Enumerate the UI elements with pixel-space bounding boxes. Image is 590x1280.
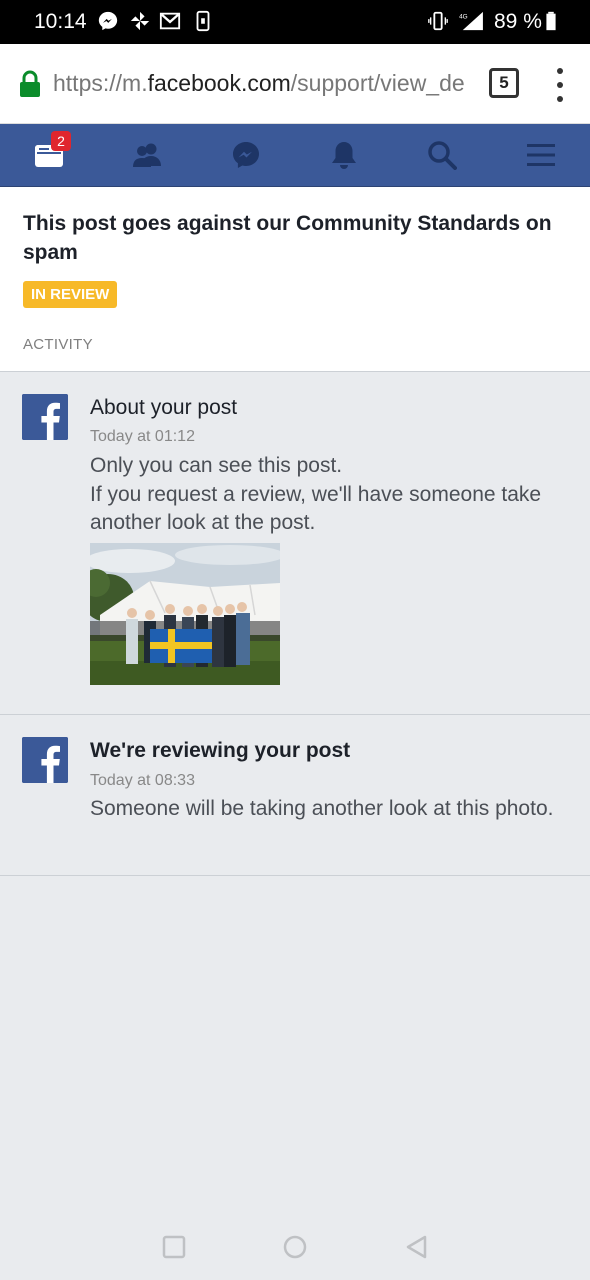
browser-menu-button[interactable] bbox=[552, 68, 568, 102]
activity-body: Only you can see this post. If you reque… bbox=[90, 452, 560, 538]
lock-icon bbox=[20, 70, 40, 97]
url-prefix: https://m. bbox=[53, 70, 148, 96]
status-time: 10:14 bbox=[34, 10, 87, 33]
recent-apps-icon[interactable] bbox=[161, 1234, 187, 1260]
svg-text:4G: 4G bbox=[459, 13, 468, 20]
search-icon bbox=[428, 141, 457, 170]
support-header-card: This post goes against our Community Sta… bbox=[0, 187, 590, 372]
nav-search[interactable] bbox=[412, 124, 472, 186]
activity-item: About your post Today at 01:12 Only you … bbox=[0, 372, 590, 715]
page-title: This post goes against our Community Sta… bbox=[23, 212, 552, 264]
activity-body: Someone will be taking another look at t… bbox=[90, 797, 554, 820]
signal-icon: 4G bbox=[459, 11, 483, 31]
bell-icon bbox=[332, 142, 356, 169]
activity-body-line: Only you can see this post. bbox=[90, 454, 343, 477]
home-icon[interactable] bbox=[282, 1234, 308, 1260]
facebook-logo-icon bbox=[22, 737, 68, 783]
gmail-status-icon bbox=[159, 12, 181, 30]
nav-notifications[interactable] bbox=[314, 124, 374, 186]
messenger-status-icon bbox=[98, 11, 118, 31]
nav-messenger[interactable] bbox=[216, 124, 276, 186]
post-photo-image bbox=[90, 543, 280, 685]
back-icon[interactable] bbox=[404, 1234, 430, 1260]
battery-icon bbox=[546, 11, 556, 31]
nav-news-feed[interactable]: 2 bbox=[19, 124, 79, 186]
activity-body-line: If you request a review, we'll have some… bbox=[90, 482, 542, 535]
activity-item: We're reviewing your post Today at 08:33… bbox=[0, 715, 590, 876]
activity-title: We're reviewing your post bbox=[90, 739, 351, 762]
tab-switcher-button[interactable]: 5 bbox=[489, 68, 519, 98]
hamburger-menu-icon bbox=[527, 144, 555, 166]
post-photo[interactable] bbox=[90, 543, 280, 685]
activity-title: About your post bbox=[90, 396, 238, 419]
nav-friends[interactable] bbox=[117, 124, 177, 186]
status-badge: IN REVIEW bbox=[23, 281, 118, 308]
url-field[interactable]: https://m.facebook.com/support/view_de bbox=[53, 70, 475, 100]
activity-section-label: ACTIVITY bbox=[23, 336, 93, 353]
messenger-icon bbox=[233, 142, 259, 168]
activity-timestamp: Today at 01:12 bbox=[90, 428, 195, 445]
notification-count-badge: 2 bbox=[51, 131, 71, 151]
facebook-nav-bar: 2 bbox=[0, 124, 590, 187]
url-host: facebook.com bbox=[147, 70, 291, 96]
battery-percent: 89 % bbox=[494, 10, 542, 33]
android-navigation-bar bbox=[0, 1210, 590, 1280]
browser-address-bar: https://m.facebook.com/support/view_de 5 bbox=[0, 44, 590, 124]
nav-menu[interactable] bbox=[511, 124, 571, 186]
url-path: /support/view_de bbox=[290, 70, 465, 96]
status-bar: 10:14 4G 89 % bbox=[0, 0, 590, 44]
facebook-logo-icon bbox=[22, 394, 68, 440]
pinwheel-status-icon bbox=[130, 11, 150, 31]
phone-status-icon bbox=[196, 10, 210, 32]
friends-icon bbox=[133, 143, 161, 167]
vibrate-icon bbox=[428, 11, 448, 31]
activity-timestamp: Today at 08:33 bbox=[90, 772, 195, 789]
